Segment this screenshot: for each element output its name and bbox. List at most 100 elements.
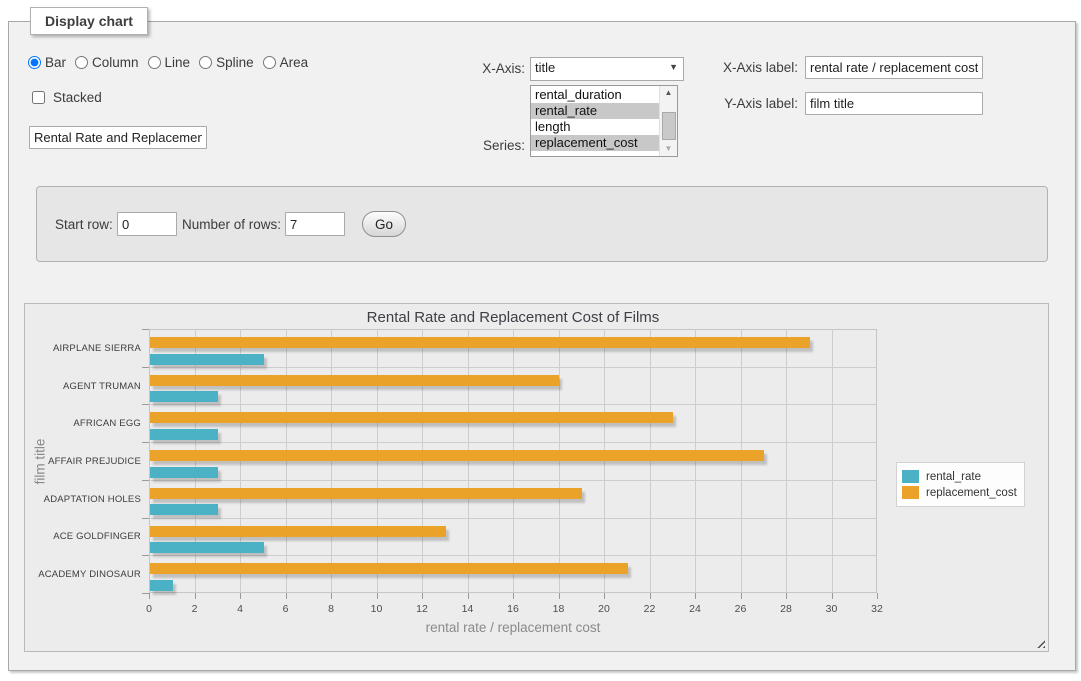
- chart-type-label: Bar: [45, 55, 66, 70]
- start-row-input[interactable]: [117, 212, 177, 236]
- chart-type-radio-area[interactable]: [263, 56, 276, 69]
- scroll-up-icon[interactable]: ▲: [660, 86, 677, 100]
- x-axis-select[interactable]: title ▼: [530, 57, 684, 81]
- gridline-vertical: [786, 329, 787, 593]
- series-option-length[interactable]: length: [531, 119, 660, 135]
- x-axis-tick-label: 10: [371, 603, 383, 615]
- chart-title-input[interactable]: [29, 126, 207, 149]
- y-axis-tick: [142, 518, 149, 519]
- x-axis-tick-label: 2: [192, 603, 198, 615]
- series-option-rental_duration[interactable]: rental_duration: [531, 87, 660, 103]
- legend-entry: replacement_cost: [902, 486, 1017, 499]
- x-axis-tick: [377, 593, 378, 599]
- x-axis-tick: [195, 593, 196, 599]
- y-axis-label-input[interactable]: [805, 92, 983, 115]
- series-option-rental_rate[interactable]: rental_rate: [531, 103, 660, 119]
- bar-rental_rate: [150, 580, 173, 591]
- x-axis-tick-label: 30: [826, 603, 838, 615]
- x-axis-label-label: X-Axis label:: [702, 60, 798, 75]
- y-axis-label-label: Y-Axis label:: [702, 96, 798, 111]
- y-category-label: ADAPTATION HOLES: [25, 494, 141, 505]
- x-axis-tick-label: 12: [416, 603, 428, 615]
- y-axis-tick: [142, 593, 149, 594]
- stacked-row: Stacked: [28, 88, 102, 107]
- x-axis-tick: [695, 593, 696, 599]
- chart-container: Rental Rate and Replacement Cost of Film…: [24, 303, 1049, 652]
- gridline-horizontal: [149, 367, 877, 368]
- x-axis-tick: [786, 593, 787, 599]
- bar-replacement_cost: [150, 412, 673, 423]
- y-category-label: AFRICAN EGG: [25, 418, 141, 429]
- x-axis-tick-label: 32: [871, 603, 883, 615]
- y-category-label: AFFAIR PREJUDICE: [25, 456, 141, 467]
- x-axis-label-input[interactable]: [805, 56, 983, 79]
- legend-label: replacement_cost: [926, 487, 1017, 499]
- chart-type-label: Area: [280, 55, 309, 70]
- resize-handle-icon[interactable]: [1034, 637, 1045, 648]
- stacked-label: Stacked: [53, 90, 102, 105]
- x-axis-select-label: X-Axis:: [435, 61, 525, 76]
- x-axis-tick: [422, 593, 423, 599]
- chart-type-radio-group: Bar Column Line Spline Area: [28, 55, 308, 70]
- bar-replacement_cost: [150, 450, 764, 461]
- chart-type-label: Column: [92, 55, 139, 70]
- x-axis-tick: [650, 593, 651, 599]
- x-axis-tick-label: 26: [735, 603, 747, 615]
- chart-type-option-area: Area: [263, 55, 309, 70]
- gridline-horizontal: [149, 404, 877, 405]
- bar-replacement_cost: [150, 526, 446, 537]
- series-options: rental_durationrental_ratelengthreplacem…: [531, 87, 660, 151]
- x-axis-tick: [741, 593, 742, 599]
- scrollbar-thumb[interactable]: [662, 112, 676, 140]
- chart-type-radio-line[interactable]: [148, 56, 161, 69]
- number-of-rows-input[interactable]: [285, 212, 345, 236]
- y-axis-tick: [142, 442, 149, 443]
- chevron-down-icon: ▼: [669, 62, 678, 72]
- series-listbox[interactable]: rental_durationrental_ratelengthreplacem…: [530, 85, 678, 157]
- chart-legend: rental_rate replacement_cost: [896, 462, 1025, 507]
- gridline-horizontal: [149, 518, 877, 519]
- listbox-scrollbar[interactable]: ▲ ▼: [659, 86, 677, 156]
- x-axis-tick: [513, 593, 514, 599]
- scroll-down-icon[interactable]: ▼: [660, 142, 677, 156]
- legend-label: rental_rate: [926, 471, 981, 483]
- chart-type-option-bar: Bar: [28, 55, 66, 70]
- x-axis-tick-label: 22: [644, 603, 656, 615]
- chart-type-radio-spline[interactable]: [199, 56, 212, 69]
- chart-type-label: Spline: [216, 55, 254, 70]
- x-axis-tick: [286, 593, 287, 599]
- gridline-vertical: [832, 329, 833, 593]
- x-axis-selected-value: title: [535, 60, 555, 75]
- x-axis-tick-label: 14: [462, 603, 474, 615]
- bar-rental_rate: [150, 504, 218, 515]
- bar-replacement_cost: [150, 488, 582, 499]
- y-axis-tick: [142, 555, 149, 556]
- bar-rental_rate: [150, 391, 218, 402]
- chart-type-option-spline: Spline: [199, 55, 254, 70]
- x-axis-tick: [832, 593, 833, 599]
- go-button[interactable]: Go: [362, 211, 406, 237]
- x-axis-tick-label: 16: [507, 603, 519, 615]
- x-axis-tick: [149, 593, 150, 599]
- chart-type-option-line: Line: [148, 55, 191, 70]
- y-category-label: AGENT TRUMAN: [25, 381, 141, 392]
- x-axis-tick-label: 0: [146, 603, 152, 615]
- x-axis-tick-label: 4: [237, 603, 243, 615]
- x-axis-tick-label: 18: [553, 603, 565, 615]
- chart-type-radio-column[interactable]: [75, 56, 88, 69]
- bar-replacement_cost: [150, 337, 810, 348]
- x-axis-tick-label: 24: [689, 603, 701, 615]
- y-category-label: ACADEMY DINOSAUR: [25, 569, 141, 580]
- y-category-label: ACE GOLDFINGER: [25, 531, 141, 542]
- bar-replacement_cost: [150, 563, 628, 574]
- stacked-checkbox[interactable]: [32, 91, 45, 104]
- series-option-replacement_cost[interactable]: replacement_cost: [531, 135, 660, 151]
- y-axis-tick: [142, 367, 149, 368]
- fieldset-legend: Display chart: [30, 7, 148, 35]
- chart-type-radio-bar[interactable]: [28, 56, 41, 69]
- y-axis-tick: [142, 404, 149, 405]
- series-listbox-label: Series:: [435, 138, 525, 153]
- y-category-label: AIRPLANE SIERRA: [25, 343, 141, 354]
- bar-rental_rate: [150, 429, 218, 440]
- x-axis-tick: [877, 593, 878, 599]
